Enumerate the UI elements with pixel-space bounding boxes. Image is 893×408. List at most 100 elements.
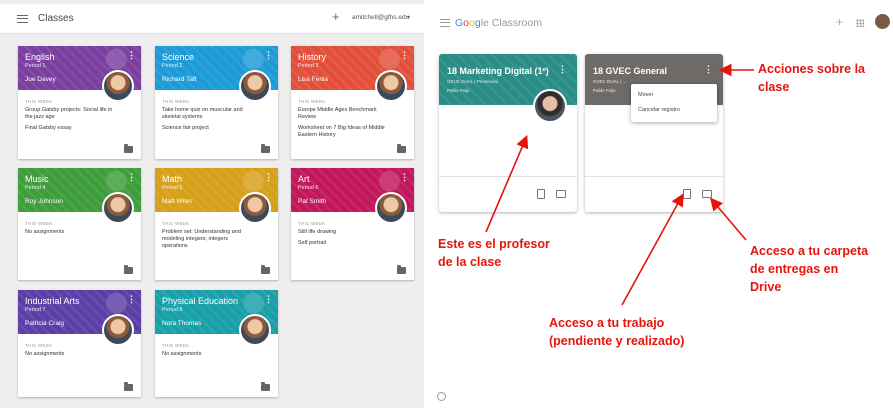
this-week-label: THIS WEEK — [162, 99, 190, 104]
assignment-item[interactable]: Europe Middle Ages Benchmark Review — [298, 107, 390, 121]
arrow-profesor — [485, 135, 529, 233]
folder-icon[interactable] — [261, 144, 270, 153]
page-title: Classes — [38, 13, 74, 24]
menu-icon[interactable] — [17, 15, 28, 23]
class-name[interactable]: Music — [25, 174, 49, 184]
class-name[interactable]: Physical Education — [162, 296, 238, 306]
more-vert-icon[interactable]: ⋮ — [127, 173, 136, 182]
add-class-icon[interactable]: + — [332, 10, 340, 23]
avatar — [102, 192, 134, 224]
more-vert-icon[interactable]: ⋮ — [400, 173, 409, 182]
assignments-list: Group Gatsby projects: Social life in th… — [25, 107, 117, 136]
more-vert-icon[interactable]: ⋮ — [264, 295, 273, 304]
chevron-down-icon[interactable]: ▾ — [407, 14, 410, 21]
class-card-history[interactable]: History Period 3 Lisa Fenla ⋮ THIS WEEK … — [291, 46, 414, 159]
this-week-label: THIS WEEK — [25, 99, 53, 104]
assignments-list: Problem set: Understanding and modeling … — [162, 229, 254, 254]
class-period: Period 4 — [25, 185, 46, 191]
this-week-label: THIS WEEK — [162, 343, 190, 348]
more-vert-icon[interactable]: ⋮ — [400, 51, 409, 60]
assignment-item[interactable]: Science fair project — [162, 125, 254, 132]
this-week-label: THIS WEEK — [298, 99, 326, 104]
folder-icon[interactable] — [261, 382, 270, 391]
top-app-bar: Classes + amitchell@gfhs.edu ▾ — [0, 4, 424, 34]
class-period: Period 8 — [162, 307, 183, 313]
assignment-item[interactable]: Still life drawing — [298, 229, 390, 236]
classes-panel: Classes + amitchell@gfhs.edu ▾ English P… — [0, 0, 424, 408]
avatar — [239, 314, 271, 346]
folder-icon[interactable] — [397, 265, 406, 274]
classroom-annotated-panel: Google Classroom + 18 Marketing Digital … — [424, 0, 893, 408]
teacher-name: Nora Thomas — [162, 320, 202, 327]
assignment-item[interactable]: Take home quiz on muscular and skeletal … — [162, 107, 254, 121]
class-name[interactable]: English — [25, 52, 55, 62]
assignment-item: No assignments — [25, 229, 65, 235]
class-period: Period 6 — [298, 185, 319, 191]
avatar — [375, 192, 407, 224]
assignment-item[interactable]: Final Gatsby essay — [25, 125, 117, 132]
class-name[interactable]: Science — [162, 52, 194, 62]
assignment-item: No assignments — [162, 351, 202, 357]
assignments-list: No assignments — [25, 229, 117, 240]
help-icon[interactable] — [437, 392, 446, 401]
assignments-list: Still life drawing Self portrait — [298, 229, 390, 251]
more-vert-icon[interactable]: ⋮ — [264, 51, 273, 60]
composite-screenshot: Classes + amitchell@gfhs.edu ▾ English P… — [0, 0, 893, 408]
teacher-name: Pat Smith — [298, 198, 327, 205]
assignments-list: Take home quiz on muscular and skeletal … — [162, 107, 254, 136]
arrow-trabajo — [621, 193, 684, 306]
teacher-name: Lisa Fenla — [298, 76, 328, 83]
folder-icon[interactable] — [124, 144, 133, 153]
more-vert-icon[interactable]: ⋮ — [264, 173, 273, 182]
arrow-carpeta — [709, 197, 747, 241]
class-card-math[interactable]: Math Period 5 Matt Wren ⋮ THIS WEEK Prob… — [155, 168, 278, 280]
class-period: Period 1 — [25, 63, 46, 69]
class-period: Period 5 — [162, 185, 183, 191]
class-card-art[interactable]: Art Period 6 Pat Smith ⋮ THIS WEEK Still… — [291, 168, 414, 280]
avatar — [375, 70, 407, 102]
class-card-industrial-arts[interactable]: Industrial Arts Period 7 Patricia Craig … — [18, 290, 141, 397]
annotation-acciones: Acciones sobre la clase — [758, 62, 865, 94]
this-week-label: THIS WEEK — [298, 221, 326, 226]
account-email[interactable]: amitchell@gfhs.edu — [352, 14, 409, 21]
folder-icon[interactable] — [261, 265, 270, 274]
class-name[interactable]: Art — [298, 174, 310, 184]
assignments-list: No assignments — [162, 351, 254, 362]
assignment-item[interactable]: Self portrait — [298, 240, 390, 247]
teacher-name: Patricia Craig — [25, 320, 65, 327]
assignment-item[interactable]: Group Gatsby projects: Social life in th… — [25, 107, 117, 121]
assignments-list: Europe Middle Ages Benchmark Review Work… — [298, 107, 390, 143]
assignments-list: No assignments — [25, 351, 117, 362]
avatar — [102, 314, 134, 346]
class-name[interactable]: History — [298, 52, 326, 62]
folder-icon[interactable] — [397, 144, 406, 153]
folder-icon[interactable] — [124, 382, 133, 391]
avatar — [239, 70, 271, 102]
class-card-english[interactable]: English Period 1 Joe Davey ⋮ THIS WEEK G… — [18, 46, 141, 159]
more-vert-icon[interactable]: ⋮ — [127, 51, 136, 60]
class-period: Period 7 — [25, 307, 46, 313]
annotation-trabajo: Acceso a tu trabajo (pendiente y realiza… — [549, 316, 685, 348]
class-card-music[interactable]: Music Period 4 Roy Johnson ⋮ THIS WEEK N… — [18, 168, 141, 280]
class-period: Period 3 — [298, 63, 319, 69]
assignment-item: No assignments — [25, 351, 65, 357]
avatar — [102, 70, 134, 102]
class-name[interactable]: Math — [162, 174, 182, 184]
teacher-name: Matt Wren — [162, 198, 192, 205]
class-card-science[interactable]: Science Period 2 Richard Taft ⋮ THIS WEE… — [155, 46, 278, 159]
class-period: Period 2 — [162, 63, 183, 69]
annotation-carpeta: Acceso a tu carpeta de entregas en Drive — [750, 244, 869, 294]
more-vert-icon[interactable]: ⋮ — [127, 295, 136, 304]
assignment-item[interactable]: Problem set: Understanding and modeling … — [162, 229, 254, 250]
teacher-name: Richard Taft — [162, 76, 197, 83]
avatar — [239, 192, 271, 224]
folder-icon[interactable] — [124, 265, 133, 274]
teacher-name: Joe Davey — [25, 76, 56, 83]
class-card-physical-education[interactable]: Physical Education Period 8 Nora Thomas … — [155, 290, 278, 397]
assignment-item[interactable]: Worksheet on 7 Big Ideas of Middle Easte… — [298, 125, 390, 139]
this-week-label: THIS WEEK — [162, 221, 190, 226]
teacher-name: Roy Johnson — [25, 198, 63, 205]
this-week-label: THIS WEEK — [25, 221, 53, 226]
class-name[interactable]: Industrial Arts — [25, 296, 80, 306]
annotation-profesor: Este es el profesor de la clase — [438, 237, 550, 269]
